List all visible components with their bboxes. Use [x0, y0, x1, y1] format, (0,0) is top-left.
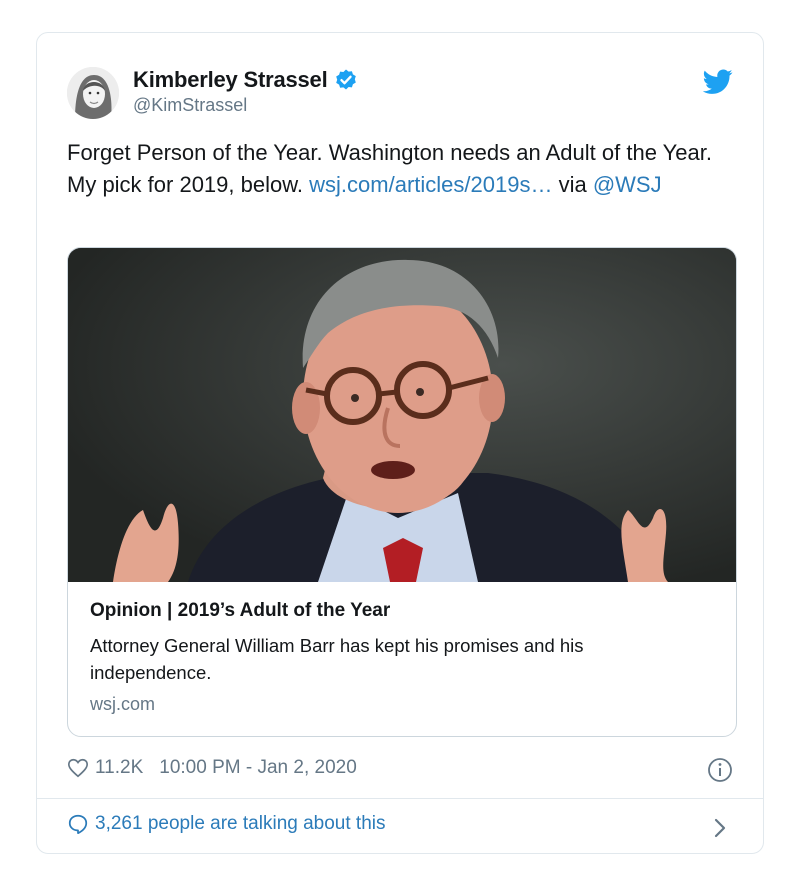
card-title[interactable]: Opinion | 2019’s Adult of the Year: [90, 600, 390, 622]
chevron-right-icon[interactable]: [713, 817, 727, 839]
twitter-bird-icon[interactable]: [703, 69, 733, 95]
tweet-text: Forget Person of the Year. Washington ne…: [67, 137, 717, 201]
author-handle[interactable]: @KimStrassel: [133, 95, 247, 116]
link-preview-card[interactable]: Opinion | 2019’s Adult of the Year Attor…: [67, 247, 737, 737]
tweet-embed: Kimberley Strassel @KimStrassel Forget P…: [36, 32, 764, 854]
card-domain: wsj.com: [90, 694, 156, 714]
avatar-portrait-icon: [67, 67, 119, 119]
speech-bubble-icon: [68, 814, 88, 835]
via-text: via: [558, 172, 587, 197]
article-photo[interactable]: [68, 248, 736, 582]
avatar[interactable]: [67, 67, 119, 119]
author-name-row[interactable]: Kimberley Strassel: [133, 67, 358, 93]
article-link[interactable]: wsj.com/articles/2019s…: [309, 172, 552, 197]
conversation-count[interactable]: 3,261 people are talking about this: [95, 813, 386, 835]
like-count[interactable]: 11.2K: [95, 757, 143, 779]
heart-icon[interactable]: [67, 757, 89, 779]
tweet-meta: 11.2K 10:00 PM - Jan 2, 2020: [67, 757, 357, 779]
article-photo-illustration: [68, 248, 736, 582]
author-name[interactable]: Kimberley Strassel: [133, 67, 328, 93]
info-icon[interactable]: [707, 757, 733, 783]
wsj-mention-link[interactable]: @WSJ: [593, 172, 662, 197]
divider: [37, 798, 763, 799]
card-description: Attorney General William Barr has kept h…: [90, 635, 584, 683]
conversation-link[interactable]: 3,261 people are talking about this: [67, 813, 386, 835]
tweet-timestamp[interactable]: 10:00 PM - Jan 2, 2020: [159, 757, 357, 779]
verified-badge-icon: [335, 69, 356, 90]
